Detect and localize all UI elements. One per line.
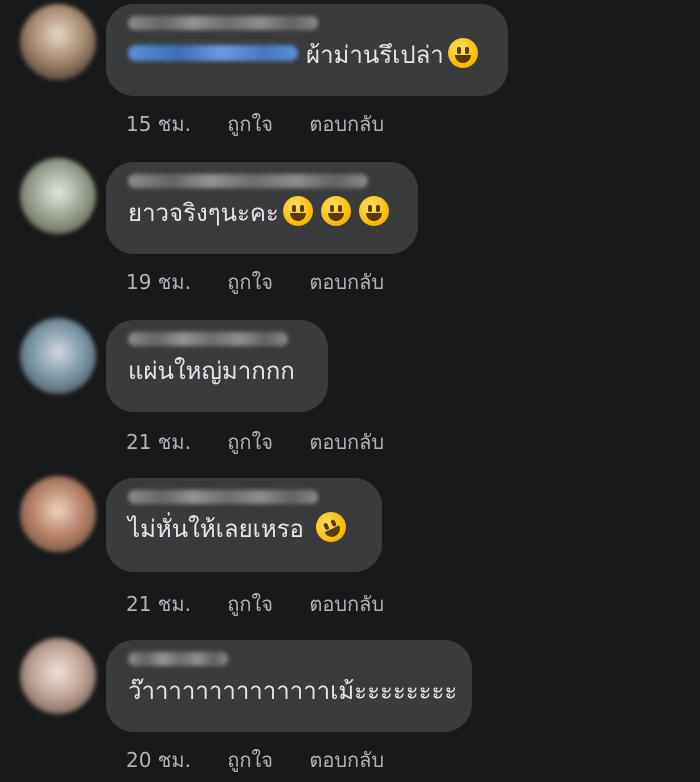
avatar[interactable] xyxy=(20,158,96,234)
comment-bubble: ไม่หั่นให้เลยเหรอ xyxy=(106,478,382,572)
comment-text: ว๊าาาาาาาาาาาาาาเม้ะะะะะะะะ xyxy=(128,677,458,705)
rolling-on-floor-laughing-icon xyxy=(311,507,351,547)
comment-text-row: ไม่หั่นให้เลยเหรอ xyxy=(128,507,360,547)
comment-text: ผ้าม่านรึเปล่า xyxy=(306,41,444,69)
comment-timestamp[interactable]: 19 ชม. xyxy=(126,266,191,298)
comment-actions: 20 ชม. ถูกใจ ตอบกลับ xyxy=(126,744,414,776)
commenter-name[interactable] xyxy=(128,490,318,504)
comment-actions: 21 ชม. ถูกใจ ตอบกลับ xyxy=(126,426,414,458)
avatar[interactable] xyxy=(20,4,96,80)
comment-text-row: ยาวจริงๆนะคะ xyxy=(128,196,396,230)
reply-button[interactable]: ตอบกลับ xyxy=(309,108,384,140)
comment-bubble: แผ่นใหญ่มากกก xyxy=(106,320,328,412)
like-button[interactable]: ถูกใจ xyxy=(227,266,273,298)
commenter-name[interactable] xyxy=(128,332,288,346)
comment-text: ไม่หั่นให้เลยเหรอ xyxy=(128,515,304,543)
comment-timestamp[interactable]: 15 ชม. xyxy=(126,108,191,140)
like-button[interactable]: ถูกใจ xyxy=(227,108,273,140)
face-with-tears-of-joy-icon xyxy=(447,38,478,68)
comment-bubble: ผ้าม่านรึเปล่า xyxy=(106,4,508,96)
reply-button[interactable]: ตอบกลับ xyxy=(309,588,384,620)
comment-timestamp[interactable]: 21 ชม. xyxy=(126,426,191,458)
comment-timestamp[interactable]: 20 ชม. xyxy=(126,744,191,776)
avatar[interactable] xyxy=(20,638,96,714)
grinning-face-icon xyxy=(358,196,389,226)
comment-actions: 15 ชม. ถูกใจ ตอบกลับ xyxy=(126,108,414,140)
comment-bubble: ว๊าาาาาาาาาาาาาาเม้ะะะะะะะะ xyxy=(106,640,472,732)
comment-text: แผ่นใหญ่มากกก xyxy=(128,357,295,385)
tagged-user-link[interactable] xyxy=(128,45,298,61)
commenter-name[interactable] xyxy=(128,16,318,30)
avatar[interactable] xyxy=(20,476,96,552)
like-button[interactable]: ถูกใจ xyxy=(227,426,273,458)
comment-text-row: ผ้าม่านรึเปล่า xyxy=(128,38,486,72)
reply-button[interactable]: ตอบกลับ xyxy=(309,426,384,458)
like-button[interactable]: ถูกใจ xyxy=(227,588,273,620)
avatar[interactable] xyxy=(20,318,96,394)
comment-actions: 21 ชม. ถูกใจ ตอบกลับ xyxy=(126,588,414,620)
like-button[interactable]: ถูกใจ xyxy=(227,744,273,776)
comment-text: ยาวจริงๆนะคะ xyxy=(128,199,279,227)
comment-actions: 19 ชม. ถูกใจ ตอบกลับ xyxy=(126,266,414,298)
commenter-name[interactable] xyxy=(128,652,228,666)
reply-button[interactable]: ตอบกลับ xyxy=(309,266,384,298)
grinning-face-icon xyxy=(282,196,313,226)
grinning-face-icon xyxy=(320,196,351,226)
reply-button[interactable]: ตอบกลับ xyxy=(309,744,384,776)
commenter-name[interactable] xyxy=(128,174,368,188)
comment-timestamp[interactable]: 21 ชม. xyxy=(126,588,191,620)
comment-bubble: ยาวจริงๆนะคะ xyxy=(106,162,418,254)
